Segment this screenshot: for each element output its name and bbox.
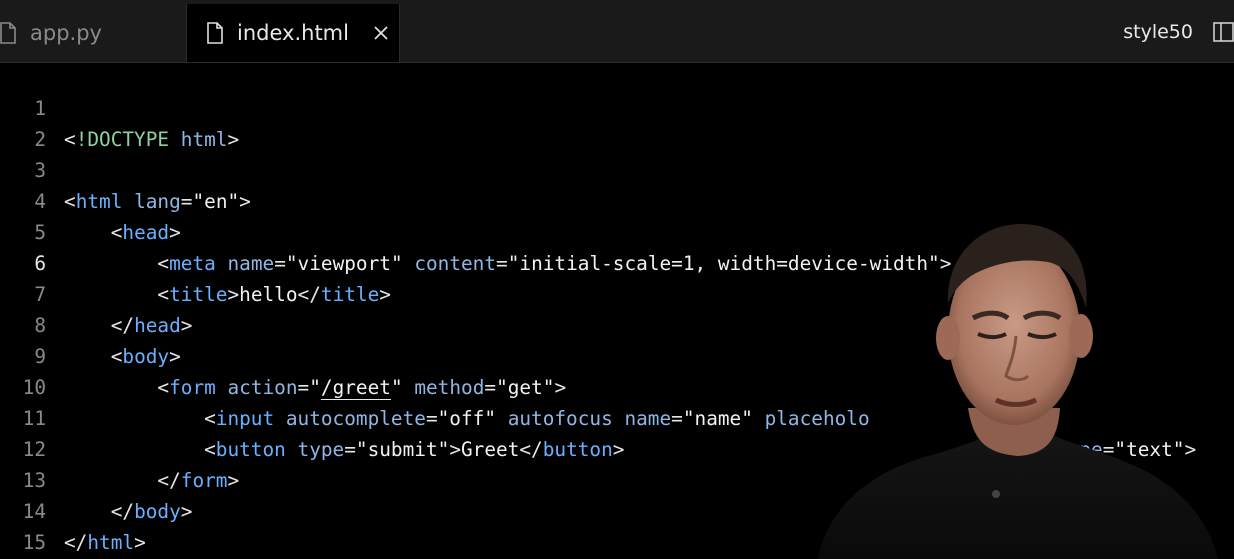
code-line: 4 <head>: [0, 155, 1234, 244]
tab-label: app.py: [30, 21, 102, 45]
tab-label: index.html: [237, 21, 349, 45]
code-line: 5 <meta name="viewport" content="initial…: [0, 186, 1234, 275]
tab-app-py[interactable]: app.py: [0, 4, 184, 62]
code-text: </html>: [64, 531, 146, 554]
presenter-video-overlay: [808, 218, 1234, 559]
close-icon[interactable]: [371, 23, 391, 43]
line-number: 15: [22, 531, 46, 554]
file-icon: [0, 22, 16, 44]
split-editor-icon[interactable]: [1212, 22, 1234, 42]
code-line: 1 <!DOCTYPE html>: [0, 62, 1234, 151]
tab-index-html[interactable]: index.html: [186, 4, 400, 62]
code-line: 2: [0, 93, 1234, 151]
code-line: 3 <html lang="en">: [0, 124, 1234, 213]
style50-button[interactable]: style50: [1123, 21, 1193, 43]
tab-bar: app.py index.html style50: [0, 0, 1234, 63]
file-icon: [207, 22, 223, 44]
editor-window: app.py index.html style50 1 <!DOCTYPE ht…: [0, 0, 1234, 559]
